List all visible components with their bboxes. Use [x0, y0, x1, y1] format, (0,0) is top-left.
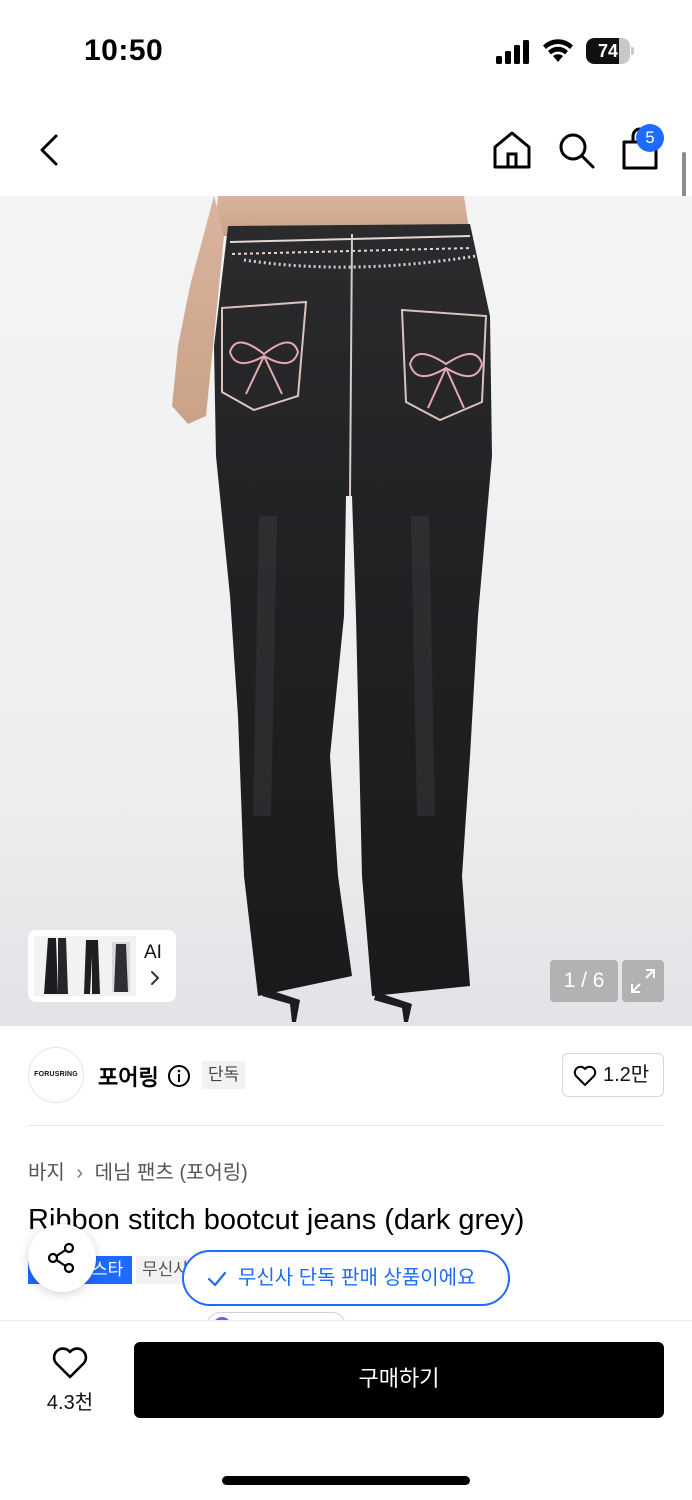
top-navigation — [0, 110, 692, 194]
exclusive-tag: 단독 — [202, 1061, 246, 1089]
wish-count: 4.3천 — [46, 1392, 94, 1414]
battery-percent: 74 — [597, 41, 619, 61]
battery-indicator: 74 — [586, 38, 634, 64]
brand-like-button[interactable]: 1.2만 — [562, 1053, 664, 1097]
breadcrumb: 바지 › 데님 팬츠 (포어링) — [28, 1156, 248, 1185]
share-button[interactable] — [28, 1224, 96, 1292]
ai-fitting-thumbnail[interactable] — [28, 930, 176, 1002]
thumbnail-images — [34, 936, 136, 996]
image-pager: 1 / 6 — [550, 960, 618, 1002]
toast-text: 무신사 단독 판매 상품이에요 — [238, 1267, 476, 1289]
home-indicator — [222, 1476, 470, 1485]
breadcrumb-subcategory[interactable]: 데님 팬츠 (포어링) — [95, 1162, 248, 1184]
expand-button[interactable] — [622, 960, 664, 1002]
search-icon[interactable] — [554, 128, 598, 172]
status-time: 10:50 — [84, 34, 164, 67]
check-icon — [207, 1271, 227, 1287]
heart-icon — [573, 1065, 597, 1086]
status-bar: 10:50 74 — [0, 0, 692, 100]
home-icon[interactable] — [490, 128, 534, 172]
heart-icon[interactable] — [52, 1346, 88, 1380]
chevron-left-icon[interactable] — [32, 128, 68, 172]
chevron-right-icon — [151, 971, 160, 985]
chevron-right-icon: › — [76, 1162, 84, 1184]
wifi-icon — [543, 39, 573, 62]
jeans-photo — [172, 196, 492, 1022]
brand-logo[interactable]: FORUSRING — [28, 1047, 84, 1103]
product-image[interactable] — [0, 196, 692, 1026]
product-title: Ribbon stitch bootcut jeans (dark grey) — [28, 1204, 525, 1236]
breadcrumb-category[interactable]: 바지 — [28, 1162, 65, 1184]
divider — [28, 1125, 664, 1126]
buy-button[interactable]: 구매하기 — [134, 1342, 664, 1418]
expand-icon — [631, 969, 655, 993]
brand-name[interactable]: 포어링 — [98, 1060, 159, 1092]
ai-label: AI — [144, 942, 162, 963]
info-icon[interactable] — [167, 1064, 191, 1088]
exclusive-toast: 무신사 단독 판매 상품이에요 — [182, 1250, 510, 1306]
share-icon — [47, 1242, 75, 1274]
cart-count-badge: 5 — [636, 124, 664, 152]
brand-like-count: 1.2만 — [603, 1064, 650, 1086]
cellular-signal-icon — [496, 40, 529, 64]
